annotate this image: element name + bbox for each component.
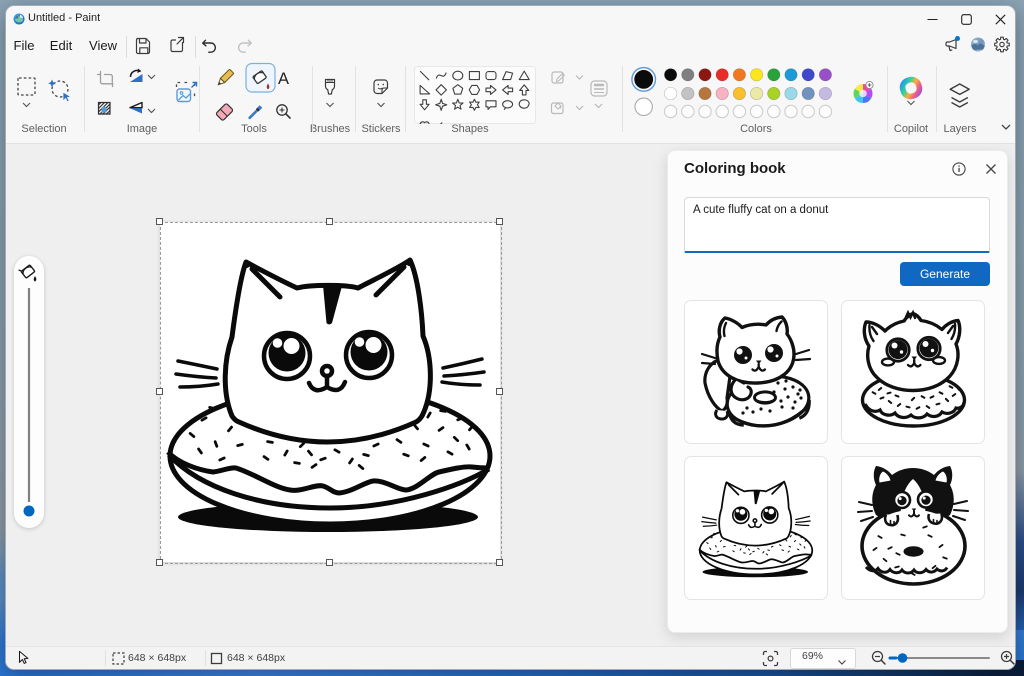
svg-text:A: A bbox=[278, 70, 289, 88]
